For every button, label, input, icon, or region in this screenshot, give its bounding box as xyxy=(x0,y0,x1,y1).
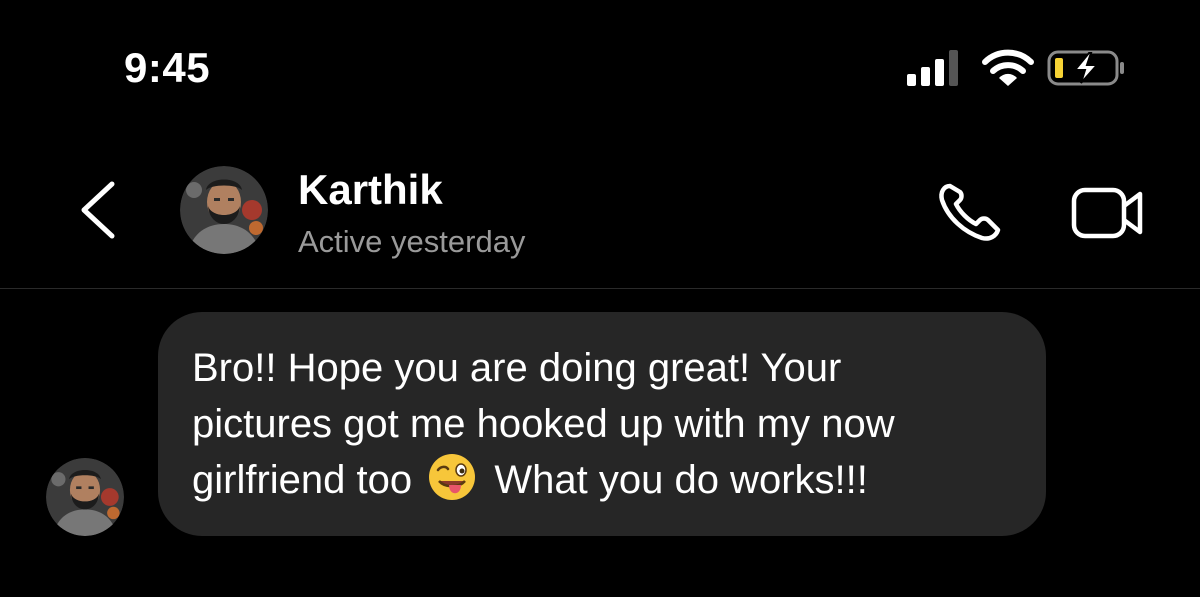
message-sender-avatar[interactable] xyxy=(46,458,124,536)
contact-status: Active yesterday xyxy=(298,224,526,259)
message-line-1: Bro!! Hope you are doing great! Your xyxy=(192,346,842,390)
winking-face-with-tongue-icon xyxy=(429,454,476,500)
contact-name[interactable]: Karthik xyxy=(298,166,443,214)
avatar[interactable] xyxy=(180,166,268,254)
wifi-icon xyxy=(982,49,1034,86)
chat-screen: 9:45 Karthik Active yesterday Bro!! Hope… xyxy=(0,0,1200,597)
phone-icon[interactable] xyxy=(936,180,1006,242)
message-line-3-text: girlfriend too xyxy=(192,458,413,502)
back-button[interactable] xyxy=(72,178,122,242)
message-bubble[interactable]: Bro!! Hope you are doing great! Your pic… xyxy=(158,312,1046,536)
message-line-3: girlfriend too What you do works!!! xyxy=(192,452,1016,508)
message-line-3-tail: What you do works!!! xyxy=(494,458,868,502)
battery-charging-icon xyxy=(1047,50,1124,86)
message-line-2: pictures got me hooked up with my now xyxy=(192,402,895,446)
video-camera-icon[interactable] xyxy=(1068,180,1148,242)
header-divider xyxy=(0,288,1200,289)
status-time: 9:45 xyxy=(124,44,211,91)
cellular-signal-icon xyxy=(907,50,958,86)
